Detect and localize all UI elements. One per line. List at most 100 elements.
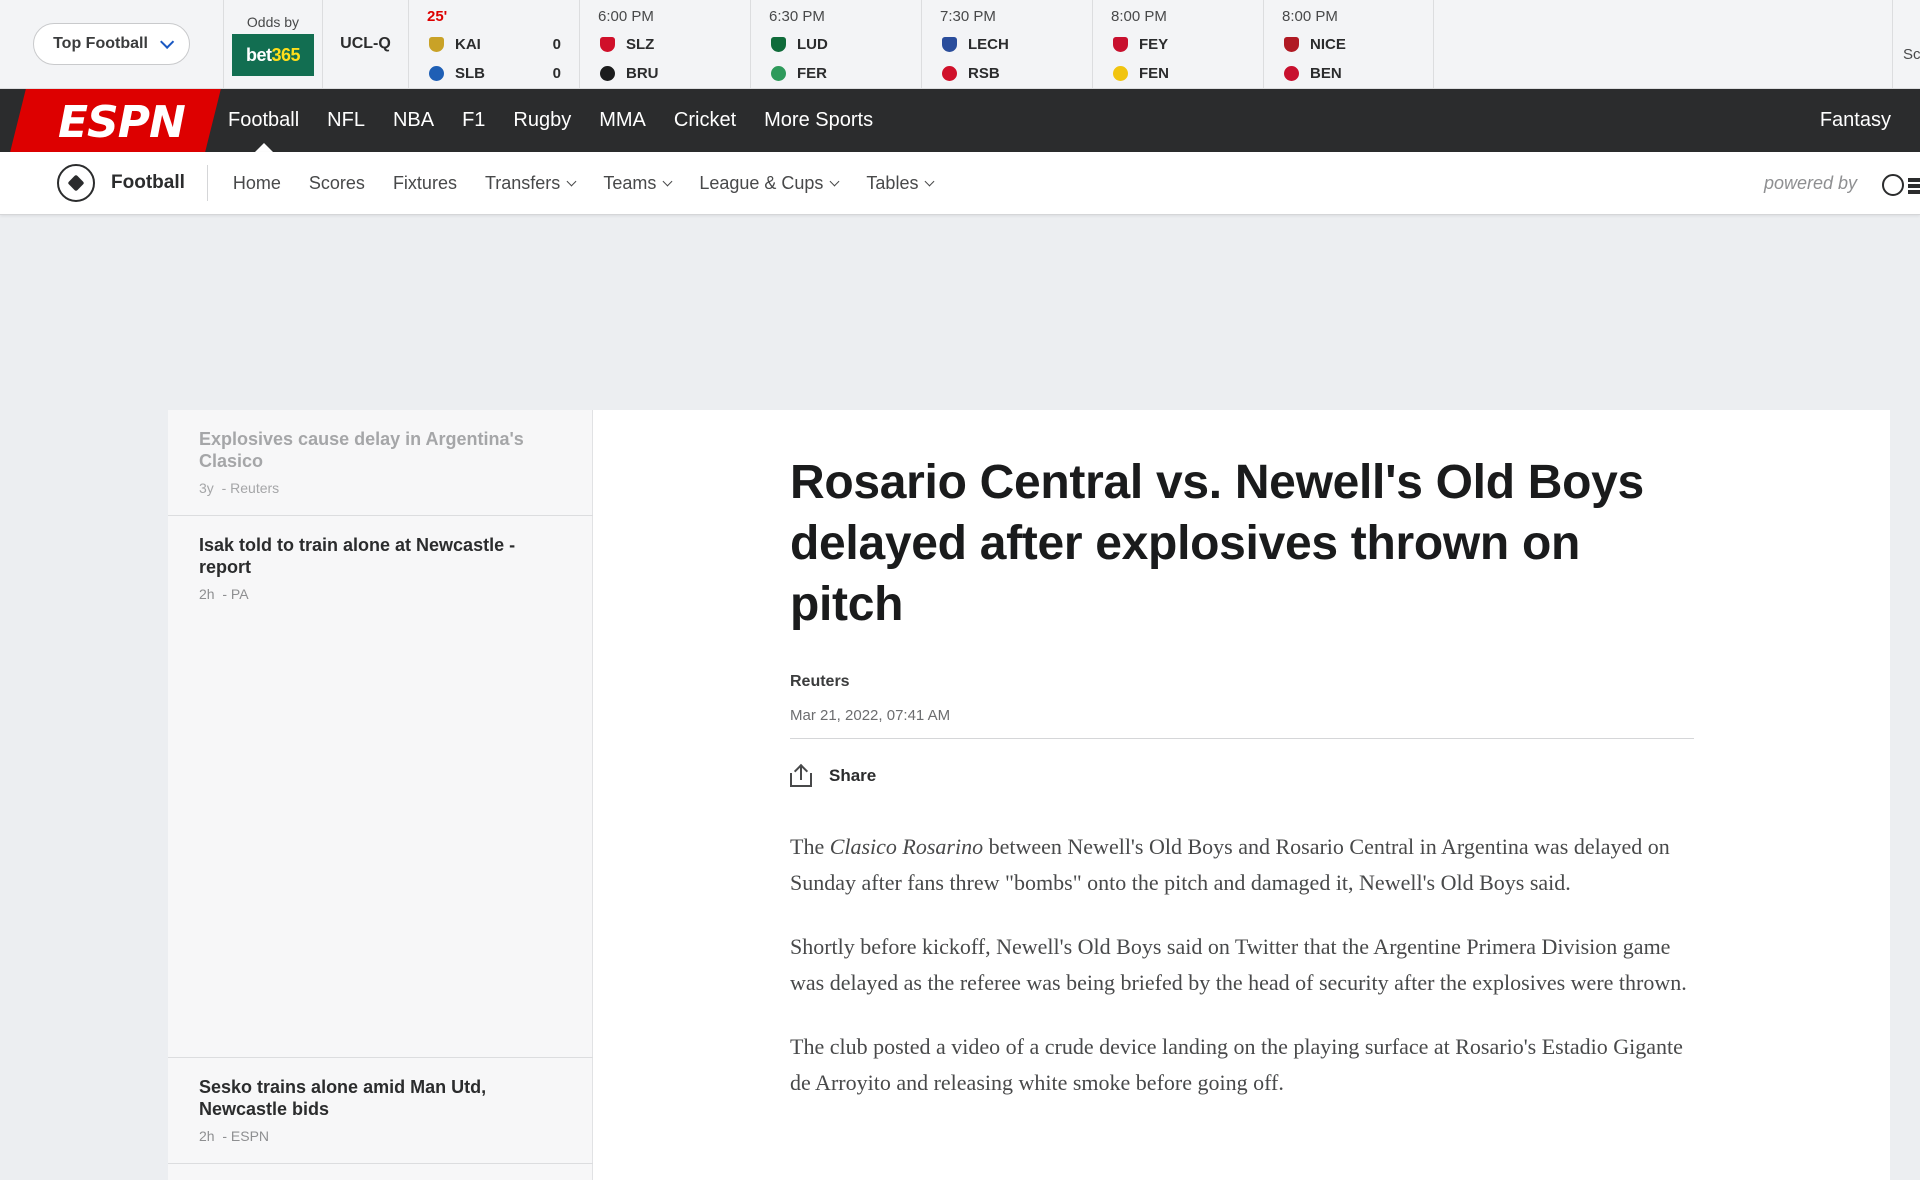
list-item-source: PA <box>230 586 249 602</box>
team-crest-icon <box>940 65 958 83</box>
nav-item-f1[interactable]: F1 <box>462 89 485 152</box>
team-row: SLB 0 <box>427 59 561 88</box>
list-item-age: 3y <box>199 480 214 496</box>
team-abbr: FEN <box>1139 65 1169 82</box>
list-item[interactable]: Sesko trains alone amid Man Utd, Newcast… <box>168 1058 593 1164</box>
subnav-item-tables[interactable]: Tables <box>866 173 935 194</box>
article: Rosario Central vs. Newell's Old Boys de… <box>790 410 1700 1129</box>
team-score: 0 <box>552 65 561 82</box>
article-title: Rosario Central vs. Newell's Old Boys de… <box>790 456 1644 631</box>
espn-logo[interactable]: ESPN <box>0 89 221 152</box>
espn-logo-text: ESPN <box>58 97 186 148</box>
content-area: Explosives cause delay in Argentina's Cl… <box>168 410 1890 1180</box>
paragraph: The club posted a video of a crude devic… <box>790 1034 1683 1095</box>
match-time: 7:30 PM <box>940 8 996 25</box>
subnav-item-transfers[interactable]: Transfers <box>484 172 577 194</box>
match-time: 8:00 PM <box>1111 8 1167 25</box>
list-item-meta: 2h - ESPN <box>199 1128 270 1144</box>
nav-item-nfl[interactable]: NFL <box>327 89 365 152</box>
paragraph-text: The <box>790 834 830 859</box>
team-row: SLZ <box>598 30 732 59</box>
team-row: FEN <box>1111 59 1245 88</box>
team-row: FER <box>769 59 903 88</box>
subnav-item-label: Transfers <box>484 172 561 193</box>
match-card[interactable]: 8:00 PM FEY FEN <box>1092 0 1263 88</box>
subnav-item-scores[interactable]: Scores <box>309 173 365 194</box>
match-card[interactable]: 7:30 PM LECH RSB <box>921 0 1092 88</box>
match-time: 6:00 PM <box>598 8 654 25</box>
league-selector[interactable]: Top Football <box>33 23 190 65</box>
list-item-source: ESPN <box>230 1128 270 1144</box>
league-selector-wrap: Top Football <box>0 0 223 88</box>
nav-item-football[interactable]: Football <box>228 89 299 152</box>
team-row: KAI 0 <box>427 30 561 59</box>
subnav-item-league-cups[interactable]: League & Cups <box>699 172 840 194</box>
sponsor-logo-circle <box>1882 174 1904 196</box>
team-crest-icon <box>1282 65 1300 83</box>
team-crest-icon <box>769 36 787 54</box>
subnav-item-label: League & Cups <box>699 172 824 193</box>
team-crest-icon <box>598 36 616 54</box>
team-crest-icon <box>769 65 787 83</box>
subnav-item-fixtures[interactable]: Fixtures <box>393 173 457 194</box>
paragraph: Shortly before kickoff, Newell's Old Boy… <box>790 934 1687 995</box>
team-crest-icon <box>598 65 616 83</box>
team-abbr: RSB <box>968 65 1000 82</box>
match-time: 8:00 PM <box>1282 8 1338 25</box>
nav-item-mma[interactable]: MMA <box>599 89 646 152</box>
subnav-item-label: Home <box>232 172 281 193</box>
scores-right-link[interactable]: Sc <box>1892 0 1920 88</box>
team-crest-icon <box>940 36 958 54</box>
list-item-meta: 3y - Reuters <box>199 480 280 496</box>
article-body: The Clasico Rosarino between Newell's Ol… <box>790 829 1700 1101</box>
nav-item-cricket[interactable]: Cricket <box>674 89 736 152</box>
team-abbr: LECH <box>968 36 1009 53</box>
nav-item-fantasy[interactable]: Fantasy <box>1820 89 1891 152</box>
match-card[interactable]: 25' KAI 0 SLB 0 <box>408 0 579 88</box>
divider <box>790 738 1694 739</box>
team-crest-icon <box>1111 65 1129 83</box>
sport-name: Football <box>111 172 185 193</box>
odds-provider: Odds by bet 365 <box>223 0 322 88</box>
chevron-down-icon <box>566 176 577 186</box>
chevron-down-icon <box>925 176 935 186</box>
list-item-meta: 2h - PA <box>199 586 249 602</box>
list-item-headline: Explosives cause delay in Argentina's Cl… <box>199 429 524 471</box>
team-abbr: FER <box>797 65 827 82</box>
team-abbr: BEN <box>1310 65 1342 82</box>
team-abbr: FEY <box>1139 36 1169 53</box>
bet365-logo-a: bet <box>245 44 272 65</box>
share-button[interactable]: Share <box>790 763 1700 787</box>
team-row: BEN <box>1282 59 1415 88</box>
team-abbr: LUD <box>797 36 828 53</box>
match-card[interactable]: 6:00 PM SLZ BRU <box>579 0 750 88</box>
nav-item-more-sports[interactable]: More Sports <box>764 89 873 152</box>
team-abbr: BRU <box>626 65 659 82</box>
nav-item-rugby[interactable]: Rugby <box>513 89 571 152</box>
sponsor-logo-icon[interactable] <box>1880 172 1920 198</box>
nav-item-nba[interactable]: NBA <box>393 89 434 152</box>
soccer-ball-icon <box>57 164 95 202</box>
article-author[interactable]: Reuters <box>790 673 1700 691</box>
team-row: NICE <box>1282 30 1415 59</box>
team-row: BRU <box>598 59 732 88</box>
odds-label: Odds by <box>246 14 300 30</box>
match-card[interactable]: 6:30 PM LUD FER <box>750 0 921 88</box>
subnav-item-home[interactable]: Home <box>233 173 281 194</box>
competition-label: UCL-Q <box>322 0 408 88</box>
subnav-item-teams[interactable]: Teams <box>603 173 673 194</box>
bet365-logo[interactable]: bet 365 <box>232 34 314 76</box>
match-card[interactable]: 8:00 PM NICE BEN <box>1263 0 1434 88</box>
scores-strip: Top Football Odds by bet 365 UCL-Q 25' KA… <box>0 0 1920 89</box>
team-crest-icon <box>1111 36 1129 54</box>
team-row: RSB <box>940 59 1074 88</box>
list-item-headline: Isak told to train alone at Newcastle - … <box>199 535 516 577</box>
team-row: LECH <box>940 30 1074 59</box>
list-item[interactable]: Isak told to train alone at Newcastle - … <box>168 516 593 1058</box>
news-sidebar: Explosives cause delay in Argentina's Cl… <box>168 410 593 1180</box>
list-item[interactable]: Explosives cause delay in Argentina's Cl… <box>168 410 593 516</box>
sport-identity[interactable]: Football <box>57 164 208 202</box>
subnav-item-label: Scores <box>308 172 365 193</box>
team-row: FEY <box>1111 30 1245 59</box>
sponsor-logo-bars <box>1908 178 1920 182</box>
